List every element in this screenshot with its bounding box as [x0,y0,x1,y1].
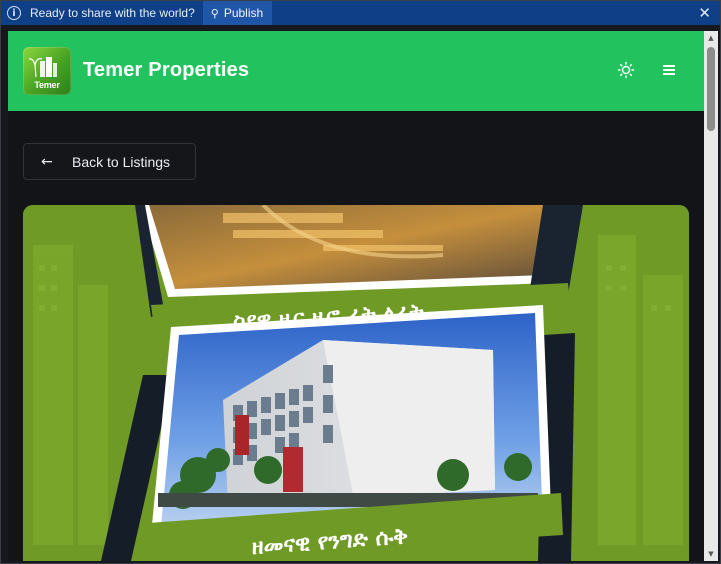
scroll-down-icon[interactable]: ▼ [704,547,718,561]
scroll-thumb[interactable] [707,47,715,131]
info-icon: i [7,6,21,20]
back-to-listings-button[interactable]: ← Back to Listings [23,143,196,180]
site-header: Temer Temer Properties [8,31,704,111]
logo-text: Temer [34,80,60,90]
property-image: ስደዋ ዜር ዜሮ ፊት ለፊት ዘመናዊ የንግድ ሱቅ [23,205,689,561]
sun-icon[interactable] [617,61,635,79]
arrow-left-icon: ← [41,153,53,170]
publish-label: Publish [223,6,264,20]
page-viewport: Temer Temer Properties ← Back to Listing… [8,31,704,561]
share-message: Ready to share with the world? [30,6,195,20]
vertical-scrollbar[interactable]: ▲ ▼ [704,31,718,561]
scroll-up-icon[interactable]: ▲ [704,31,718,45]
browser-window: i Ready to share with the world? ⚲ Publi… [0,0,721,564]
publish-button[interactable]: ⚲ Publish [202,1,273,25]
share-info-bar: i Ready to share with the world? ⚲ Publi… [1,1,720,25]
property-banner-graphic: ስደዋ ዜር ዜሮ ፊት ለፊት ዘመናዊ የንግድ ሱቅ [23,205,689,561]
close-icon[interactable]: ✕ [698,4,711,22]
brand-title: Temer Properties [83,59,250,81]
logo[interactable]: Temer [23,47,71,95]
hamburger-menu-icon[interactable] [662,63,676,77]
pin-icon: ⚲ [210,6,219,20]
back-label: Back to Listings [72,153,171,170]
